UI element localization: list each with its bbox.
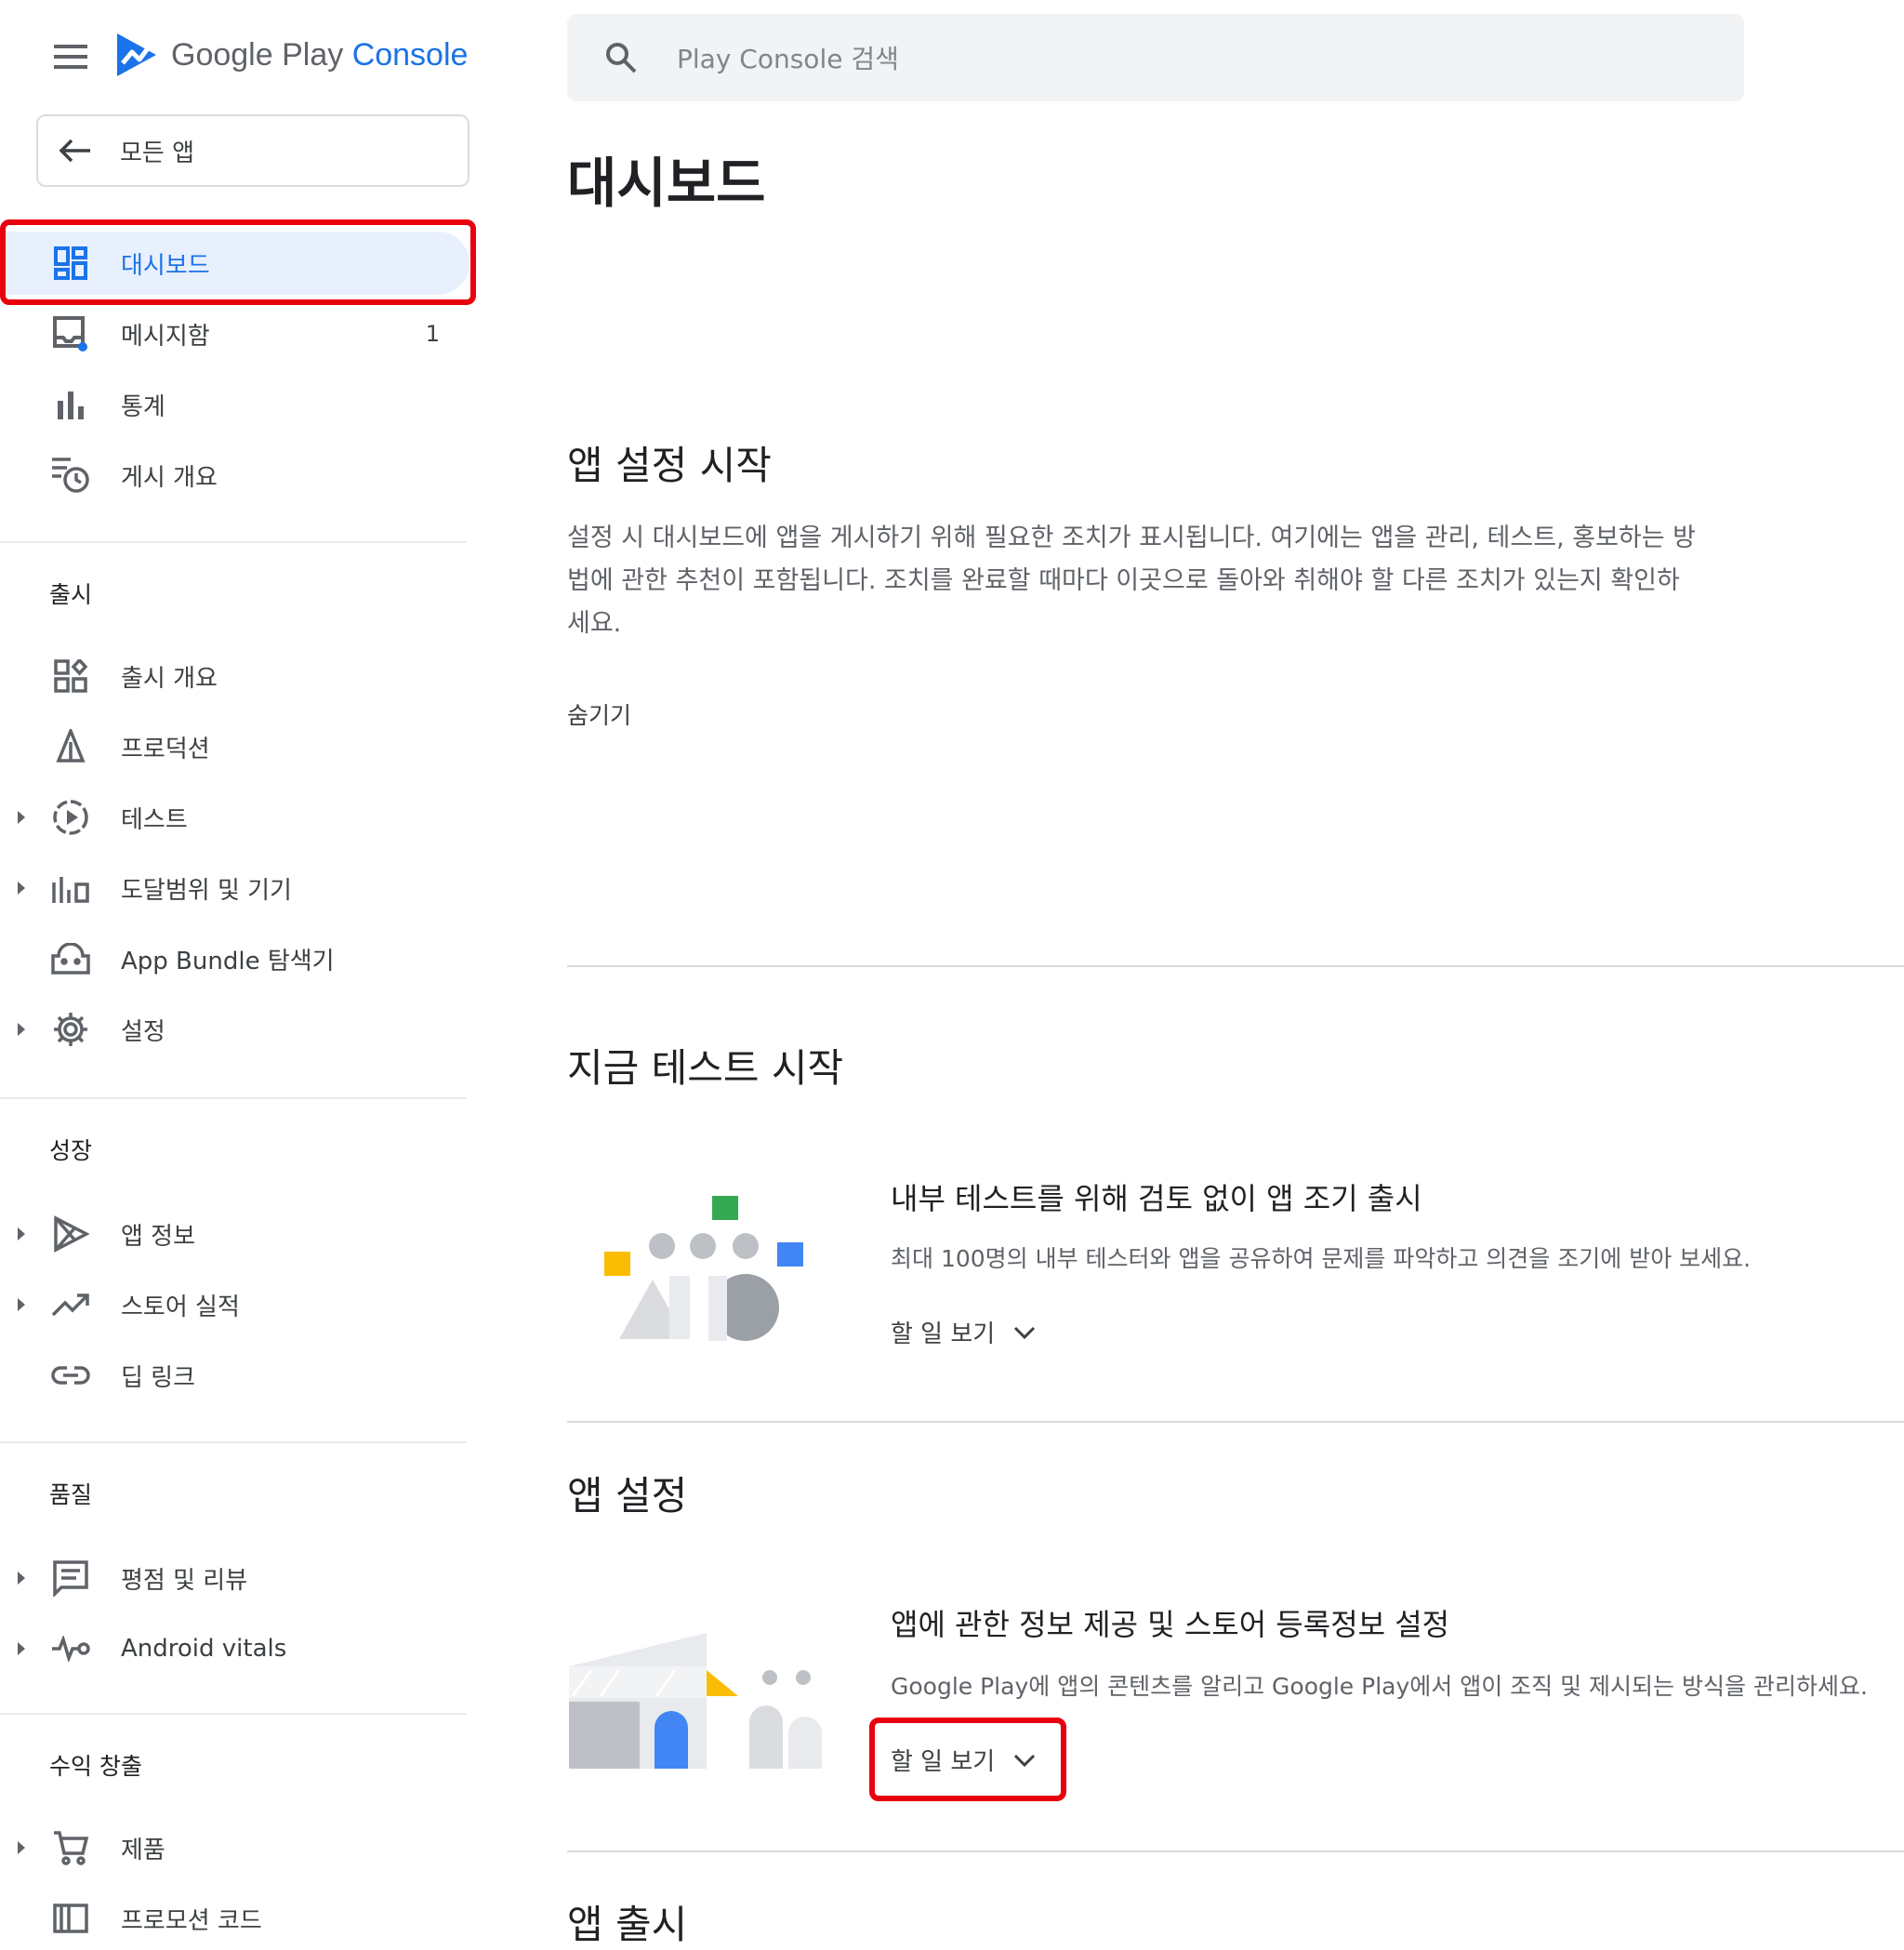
search-bar[interactable]: Play Console 검색 [567,14,1744,101]
sidebar-item-label: 게시 개요 [121,463,218,492]
all-apps-label: 모든 앱 [120,139,195,167]
sidebar-item-store-performance[interactable]: 스토어 실적 [0,1273,469,1336]
play-console-logo-icon [117,33,156,76]
reach-devices-icon [50,869,91,907]
cart-icon [50,1829,91,1866]
expand-caret-icon[interactable] [15,1295,28,1314]
expand-caret-icon[interactable] [15,1225,28,1243]
sidebar-item-label: 프로덕션 [121,735,210,763]
production-icon [50,728,91,765]
sidebar-item-label: 앱 정보 [121,1222,196,1251]
vitals-icon [50,1630,91,1667]
page-title: 대시보드 [567,152,766,215]
sidebar-item-deep-links[interactable]: 딥 링크 [0,1344,469,1407]
section-header-release: 출시 [49,581,93,608]
android-icon [50,940,91,977]
play-icon [50,1215,91,1253]
testing-icon [50,799,91,836]
view-tasks-highlight-box [869,1718,1066,1801]
internal-test-card-desc: 최대 100명의 내부 테스터와 앱을 공유하여 문제를 파악하고 의견을 조기… [891,1245,1752,1272]
section-header-growth: 성장 [49,1137,93,1164]
menu-button[interactable] [46,37,95,76]
logo-console: Console [351,36,469,73]
section-header-quality: 품질 [49,1481,93,1508]
store-listing-card-desc: Google Play에 앱의 콘텐츠를 알리고 Google Play에서 앱… [891,1673,1868,1700]
sidebar-divider [0,1713,467,1715]
gear-icon [50,1011,91,1048]
setup-heading: 앱 설정 시작 [567,443,772,488]
sidebar: Google Play Console 모든 앱 대시보드 메시지함 1 통계 … [0,0,483,1935]
app-release-heading: 앱 출시 [567,1902,688,1947]
sidebar-item-label: 제품 [121,1836,165,1864]
view-tasks-button-test[interactable]: 할 일 보기 [891,1315,1038,1349]
chevron-down-icon [1012,1320,1038,1346]
sidebar-item-label: 프로모션 코드 [121,1906,262,1935]
sidebar-divider [0,541,467,543]
promo-code-icon [50,1900,91,1937]
sidebar-item-promo-codes[interactable]: 프로모션 코드 [0,1887,469,1950]
hide-button[interactable]: 숨기기 [567,697,631,731]
sidebar-item-products[interactable]: 제품 [0,1816,469,1879]
sidebar-item-label: 메시지함 [121,322,210,351]
bar-chart-icon [50,386,91,423]
sidebar-item-app-info[interactable]: 앱 정보 [0,1202,469,1266]
section-divider [567,1421,1904,1423]
hamburger-menu-icon [54,45,87,69]
sidebar-item-label: 스토어 실적 [121,1293,240,1321]
sidebar-item-statistics[interactable]: 통계 [0,373,469,436]
app-setup-heading: 앱 설정 [567,1473,688,1519]
sidebar-item-label: 통계 [121,392,165,421]
section-header-monetization: 수익 창출 [49,1753,142,1780]
expand-caret-icon[interactable] [15,1838,28,1857]
sidebar-item-label: 평점 및 리뷰 [121,1566,248,1595]
inbox-icon [50,315,91,352]
sidebar-item-android-vitals[interactable]: Android vitals [0,1617,469,1680]
test-section-heading: 지금 테스트 시작 [567,1045,844,1091]
trending-icon [50,1286,91,1323]
internal-testing-illustration [604,1196,803,1341]
expand-caret-icon[interactable] [15,1639,28,1658]
setup-description: 설정 시 대시보드에 앱을 게시하기 위해 필요한 조치가 표시됩니다. 여기에… [567,524,1697,638]
view-tasks-label: 할 일 보기 [891,1320,996,1348]
expand-caret-icon[interactable] [15,1020,28,1039]
reviews-icon [50,1559,91,1597]
sidebar-item-settings[interactable]: 설정 [0,998,469,1061]
publishing-overview-icon [50,457,91,494]
expand-caret-icon[interactable] [15,808,28,827]
sidebar-item-publishing-overview[interactable]: 게시 개요 [0,444,469,507]
sidebar-item-label: 딥 링크 [121,1363,196,1392]
sidebar-item-label: Android vitals [121,1635,287,1663]
store-listing-illustration [569,1633,822,1769]
sidebar-item-inbox[interactable]: 메시지함 1 [0,302,469,365]
inbox-count-badge: 1 [425,321,440,347]
logo-google-play: Google Play [171,36,344,73]
store-listing-card-title: 앱에 관한 정보 제공 및 스토어 등록정보 설정 [891,1607,1450,1642]
sidebar-item-label: 도달범위 및 기기 [121,876,292,905]
sidebar-item-label: 테스트 [121,805,188,834]
sidebar-item-app-bundle-explorer[interactable]: App Bundle 탐색기 [0,927,469,990]
dashboard-highlight-box [0,219,476,305]
sidebar-item-reach-devices[interactable]: 도달범위 및 기기 [0,856,469,920]
sidebar-item-ratings-reviews[interactable]: 평점 및 리뷰 [0,1546,469,1610]
expand-caret-icon[interactable] [15,1569,28,1587]
sidebar-item-label: 출시 개요 [121,664,218,693]
section-divider [567,965,1904,967]
sidebar-divider [0,1441,467,1443]
sidebar-item-label: 설정 [121,1017,165,1046]
sidebar-item-production[interactable]: 프로덕션 [0,715,469,778]
sidebar-item-testing[interactable]: 테스트 [0,786,469,849]
sidebar-item-release-overview[interactable]: 출시 개요 [0,644,469,708]
link-icon [50,1357,91,1394]
all-apps-button[interactable]: 모든 앱 [36,114,469,187]
section-divider [567,1851,1904,1852]
internal-test-card-title: 내부 테스트를 위해 검토 없이 앱 조기 출시 [891,1181,1422,1216]
arrow-back-icon [57,132,94,169]
expand-caret-icon[interactable] [15,879,28,897]
search-input[interactable]: Play Console 검색 [677,39,899,76]
sidebar-divider [0,1097,467,1099]
play-console-logo[interactable]: Google Play Console [115,32,468,78]
release-overview-icon [50,657,91,695]
sidebar-item-label: App Bundle 탐색기 [121,947,335,975]
search-icon [602,39,640,76]
